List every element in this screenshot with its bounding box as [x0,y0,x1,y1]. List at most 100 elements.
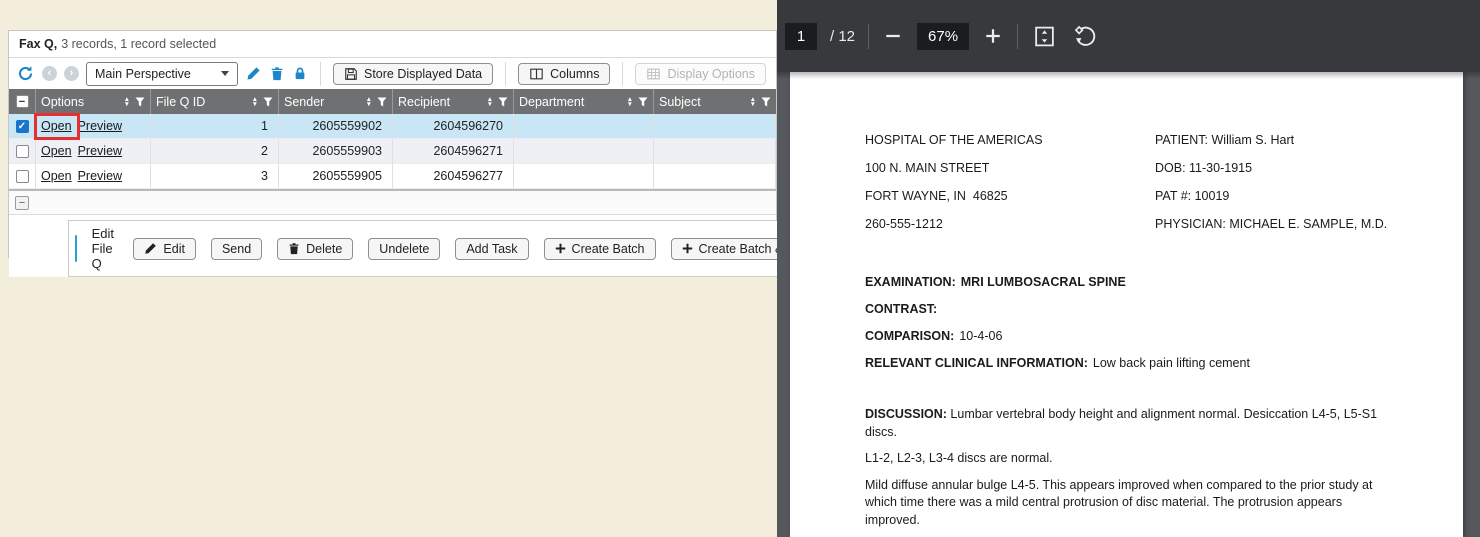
header-label: Subject [659,95,701,109]
recipient-cell: 2604596271 [393,139,514,163]
relevant-clinical-line: RELEVANT CLINICAL INFORMATION:Low back p… [865,356,1250,370]
table-row[interactable]: ✓ Open Preview 1 2605559902 2604596270 [9,114,776,139]
undelete-button[interactable]: Undelete [368,238,440,260]
discussion-paragraph: L1-2, L2-3, L3-4 discs are normal. [865,450,1382,468]
row-checkbox[interactable]: ✓ [16,120,29,133]
discussion-section: DISCUSSION: Lumbar vertebral body height… [865,406,1382,537]
select-all-checkbox[interactable]: − [16,95,29,108]
zoom-in-button[interactable] [982,25,1004,47]
trash-icon [270,66,284,81]
lock-perspective-button[interactable] [292,66,308,81]
sender-cell: 2605559902 [279,114,393,138]
group-accent-bar [75,235,77,262]
patient-number: PAT #: 10019 [1155,189,1229,203]
row-checkbox[interactable] [16,170,29,183]
add-task-button[interactable]: Add Task [455,238,528,260]
edit-label: Edit [163,242,185,256]
back-button[interactable]: ‹ [42,66,57,81]
toolbar-divider [868,24,869,49]
patient-name: PATIENT: William S. Hart [1155,133,1294,147]
create-batch-button[interactable]: Create Batch [544,238,656,260]
preview-link[interactable]: Preview [78,169,122,183]
table-row[interactable]: Open Preview 3 2605559905 2604596277 [9,164,776,189]
table-row[interactable]: Open Preview 2 2605559903 2604596271 [9,139,776,164]
document-page[interactable]: HOSPITAL OF THE AMERICAS 100 N. MAIN STR… [790,72,1463,537]
zoom-level-select[interactable]: 67% [917,23,969,50]
open-link[interactable]: Open [41,144,72,158]
facility-street: 100 N. MAIN STREET [865,161,989,175]
display-options-button[interactable]: Display Options [635,63,766,85]
filter-icon[interactable] [377,97,387,107]
filter-icon[interactable] [638,97,648,107]
save-icon [344,67,358,81]
pencil-icon [246,66,261,81]
options-cell: Open Preview [36,139,151,163]
header-department[interactable]: Department ▲▼ [514,89,654,114]
rotate-icon [1073,24,1098,49]
select-all-checkbox-cell: − [9,89,36,114]
subject-cell [654,164,776,188]
patient-physician: PHYSICIAN: MICHAEL E. SAMPLE, M.D. [1155,217,1387,231]
row-checkbox[interactable] [16,145,29,158]
sort-icon[interactable]: ▲▼ [366,97,372,107]
header-label: Recipient [398,95,450,109]
recipient-cell: 2604596277 [393,164,514,188]
filter-icon[interactable] [263,97,273,107]
table-header: − Options ▲▼ File Q ID ▲▼ Sender ▲▼ [9,89,776,114]
delete-button[interactable]: Delete [277,238,353,260]
options-cell: Open Preview [36,114,151,138]
edit-button[interactable]: Edit [133,238,196,260]
fit-page-icon [1033,25,1056,48]
pdf-viewer-pane: 1 / 12 67% [777,0,1480,537]
forward-button[interactable]: › [64,66,79,81]
department-cell [514,164,654,188]
header-label: Department [519,95,584,109]
header-subject[interactable]: Subject ▲▼ [654,89,776,114]
open-link[interactable]: Open [41,169,72,183]
sender-cell: 2605559905 [279,164,393,188]
zoom-out-button[interactable] [882,25,904,47]
header-sender[interactable]: Sender ▲▼ [279,89,393,114]
panel-toolbar: ‹ › Main Perspective [9,58,776,89]
preview-link[interactable]: Preview [78,144,122,158]
delete-perspective-button[interactable] [269,66,285,81]
header-file-q-id[interactable]: File Q ID ▲▼ [151,89,279,114]
sender-cell: 2605559903 [279,139,393,163]
store-displayed-data-button[interactable]: Store Displayed Data [333,63,493,85]
facility-phone: 260-555-1212 [865,217,943,231]
header-options[interactable]: Options ▲▼ [36,89,151,114]
sort-icon[interactable]: ▲▼ [252,97,258,107]
back-icon: ‹ [48,68,52,79]
header-recipient[interactable]: Recipient ▲▼ [393,89,514,114]
fit-page-button[interactable] [1031,23,1058,50]
filter-icon[interactable] [761,97,771,107]
group-label: Edit File Q [92,226,117,271]
send-label: Send [222,242,251,256]
sort-icon[interactable]: ▲▼ [124,97,130,107]
send-button[interactable]: Send [211,238,262,260]
collapse-row: − [9,191,776,215]
filter-icon[interactable] [498,97,508,107]
collapse-icon[interactable]: − [15,196,29,210]
columns-button[interactable]: Columns [518,63,610,85]
header-label: File Q ID [156,95,205,109]
facility-name: HOSPITAL OF THE AMERICAS [865,133,1043,147]
department-cell [514,114,654,138]
sort-icon[interactable]: ▲▼ [750,97,756,107]
chevron-down-icon [221,71,229,76]
page-number-input[interactable]: 1 [785,23,817,50]
add-task-label: Add Task [466,242,517,256]
rotate-button[interactable] [1071,22,1100,51]
filter-icon[interactable] [135,97,145,107]
discussion-paragraph: Mild diffuse annular bulge L4-5. This ap… [865,477,1382,530]
preview-link[interactable]: Preview [78,119,122,133]
sort-icon[interactable]: ▲▼ [487,97,493,107]
toolbar-separator [320,62,321,86]
examination-line: EXAMINATION:MRI LUMBOSACRAL SPINE [865,275,1126,289]
toolbar-separator [622,62,623,86]
perspective-select[interactable]: Main Perspective [86,62,238,86]
open-link[interactable]: Open [41,119,72,133]
edit-perspective-button[interactable] [245,66,262,81]
sort-icon[interactable]: ▲▼ [627,97,633,107]
refresh-button[interactable] [16,65,35,82]
